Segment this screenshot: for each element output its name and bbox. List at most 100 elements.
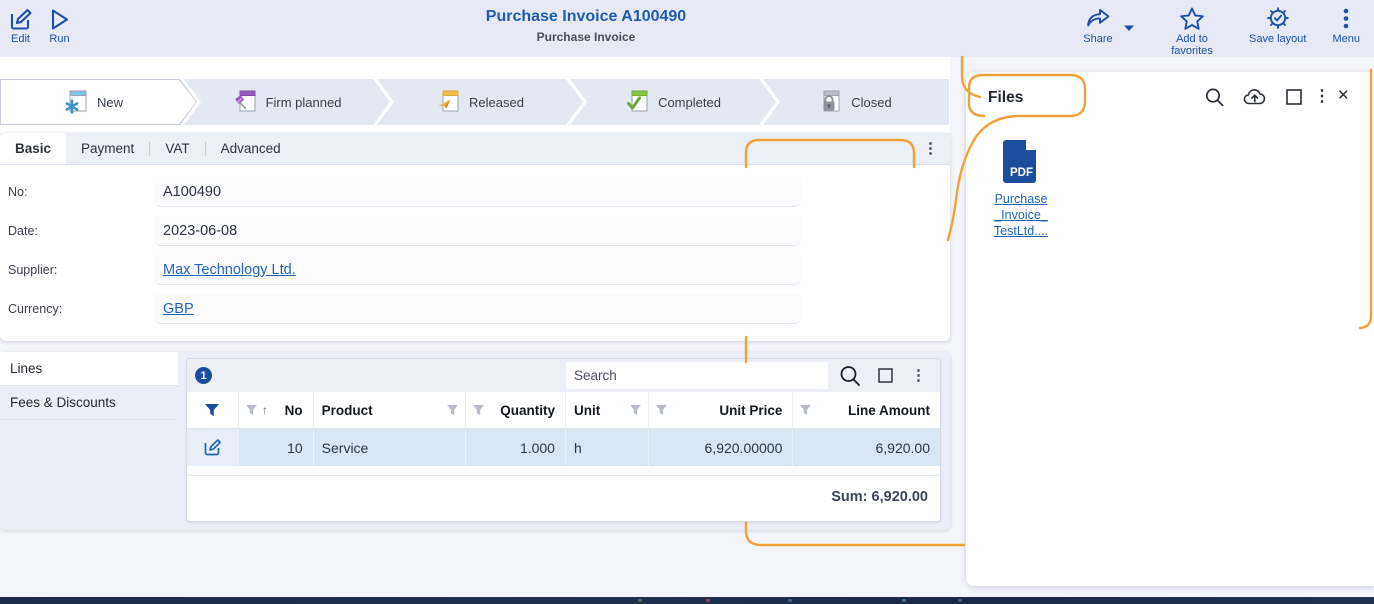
column-unit[interactable]: Unit: [565, 392, 648, 428]
stage-completed[interactable]: Completed: [570, 79, 776, 125]
run-button[interactable]: Run: [47, 7, 72, 45]
files-maximize-icon[interactable]: [1286, 89, 1302, 110]
files-search-icon[interactable]: [1204, 87, 1225, 113]
invoice-form-card: Basic Payment VAT Advanced ⋮ No: A100490…: [0, 133, 950, 341]
taskbar-pixel: [902, 599, 906, 602]
supplier-link[interactable]: Max Technology Ltd.: [163, 262, 296, 278]
column-unit-price-label: Unit Price: [719, 403, 782, 418]
column-quantity[interactable]: Quantity: [465, 392, 565, 428]
check-document-icon: [625, 89, 649, 116]
files-menu-icon[interactable]: ⋮: [1314, 86, 1330, 106]
share-caret-icon[interactable]: [1123, 19, 1135, 37]
stage-released-label: Released: [469, 95, 524, 110]
file-name-line: _Invoice_: [990, 207, 1052, 223]
star-icon: [1178, 6, 1206, 32]
pdf-file-icon: PDF: [1000, 138, 1042, 186]
filter-funnel-icon: [446, 404, 459, 416]
filter-funnel-icon: [472, 404, 485, 416]
sidebar-item-lines[interactable]: Lines: [0, 352, 178, 386]
cell-line-amount-value: 6,920.00: [875, 440, 930, 456]
grid-menu-icon[interactable]: ⋮: [911, 366, 926, 384]
edit-button[interactable]: Edit: [8, 7, 33, 45]
top-header: Edit Run Purchase Invoice A100490 Purcha…: [0, 0, 1374, 57]
column-line-amount[interactable]: Line Amount: [792, 392, 940, 428]
tab-vat[interactable]: VAT: [150, 133, 204, 164]
header-left-toolbar: Edit Run: [8, 7, 72, 45]
tab-payment[interactable]: Payment: [66, 133, 149, 164]
field-label-date: Date:: [8, 224, 38, 238]
filter-funnel-icon: [799, 404, 812, 416]
edit-icon: [8, 7, 33, 32]
padlock-icon: [820, 89, 842, 115]
cell-quantity-value: 1.000: [520, 440, 555, 456]
cell-unit-price-value: 6,920.00000: [705, 440, 783, 456]
sidebar-item-fees-discounts[interactable]: Fees & Discounts: [0, 386, 178, 420]
paper-plane-document-icon: [436, 89, 460, 116]
page-subtitle: Purchase Invoice: [486, 30, 686, 44]
field-value-date[interactable]: 2023-06-08: [155, 216, 801, 246]
stage-closed[interactable]: Closed: [763, 79, 949, 125]
menu-button[interactable]: Menu: [1332, 6, 1360, 45]
files-close-icon[interactable]: ✕: [1337, 86, 1350, 104]
share-icon: [1083, 6, 1113, 32]
currency-link[interactable]: GBP: [163, 301, 194, 317]
field-label-currency: Currency:: [8, 302, 62, 316]
header-right-toolbar: Share Add to favorites Save layout Menu: [1083, 6, 1360, 57]
tab-basic[interactable]: Basic: [0, 133, 66, 164]
filter-funnel-active-icon: [204, 403, 220, 417]
taskbar-pixel: [788, 599, 792, 602]
form-tab-strip: Basic Payment VAT Advanced ⋮: [0, 133, 950, 165]
sum-total: Sum: 6,920.00: [831, 489, 928, 505]
column-product[interactable]: Product: [313, 392, 466, 428]
column-no[interactable]: ↑ No: [238, 392, 313, 428]
kebab-menu-icon: [1342, 6, 1350, 32]
files-upload-icon[interactable]: [1242, 87, 1268, 113]
filter-funnel-icon: [245, 404, 258, 416]
cell-no: 10: [238, 429, 313, 466]
date-value: 2023-06-08: [163, 223, 237, 239]
cell-unit-value: h: [574, 440, 582, 456]
column-quantity-label: Quantity: [500, 403, 555, 418]
pushpin-document-icon: [233, 89, 257, 116]
files-panel-title: Files: [988, 89, 1023, 107]
stage-released[interactable]: Released: [377, 79, 583, 125]
grid-search-icon[interactable]: [838, 364, 862, 393]
share-group: Share: [1083, 6, 1135, 45]
filter-funnel-icon: [629, 404, 642, 416]
column-unit-price[interactable]: Unit Price: [648, 392, 793, 428]
taskbar-sliver: [0, 597, 1374, 604]
stage-new[interactable]: New: [0, 79, 197, 125]
gear-check-icon: [1264, 6, 1292, 32]
lines-card: Lines Fees & Discounts 1 ⋮ ↑ No Product: [0, 352, 950, 530]
edit-row-icon: [203, 438, 222, 457]
file-name-link[interactable]: Purchase _Invoice_ TestLtd....: [990, 191, 1052, 239]
file-name-line: Purchase: [990, 191, 1052, 207]
share-button[interactable]: Share: [1083, 6, 1113, 45]
invoice-line-row[interactable]: 10 Service 1.000 h 6,920.00000 6,920.00: [187, 429, 940, 466]
workflow-stages: New Firm planned Released Completed Clos…: [0, 79, 950, 125]
save-layout-button[interactable]: Save layout: [1249, 6, 1306, 45]
taskbar-pixel: [958, 599, 962, 602]
lines-sidebar: Lines Fees & Discounts: [0, 352, 178, 530]
filter-funnel-icon: [655, 404, 668, 416]
file-name-line: TestLtd....: [990, 223, 1052, 239]
file-item-pdf[interactable]: PDF Purchase _Invoice_ TestLtd....: [990, 138, 1052, 239]
taskbar-pixel: [706, 599, 710, 602]
grid-filter-column[interactable]: [187, 392, 238, 428]
cell-no-value: 10: [287, 440, 303, 456]
add-to-favorites-button[interactable]: Add to favorites: [1161, 6, 1223, 57]
stage-firm-planned[interactable]: Firm planned: [184, 79, 390, 125]
page-title: Purchase Invoice A100490: [486, 8, 686, 26]
row-edit-cell[interactable]: [187, 429, 238, 466]
cell-product-value: Service: [322, 440, 369, 456]
lines-grid: 1 ⋮ ↑ No Product Quantity: [186, 358, 941, 522]
svg-text:PDF: PDF: [1010, 167, 1033, 179]
grid-search-input[interactable]: [566, 362, 828, 389]
column-line-amount-label: Line Amount: [848, 403, 930, 418]
field-value-no[interactable]: A100490: [155, 177, 801, 207]
grid-maximize-icon[interactable]: [878, 368, 893, 388]
tab-overflow-menu-icon[interactable]: ⋮: [923, 139, 938, 157]
tab-advanced[interactable]: Advanced: [206, 133, 296, 164]
cell-unit: h: [565, 429, 648, 466]
stage-firm-planned-label: Firm planned: [266, 95, 342, 110]
